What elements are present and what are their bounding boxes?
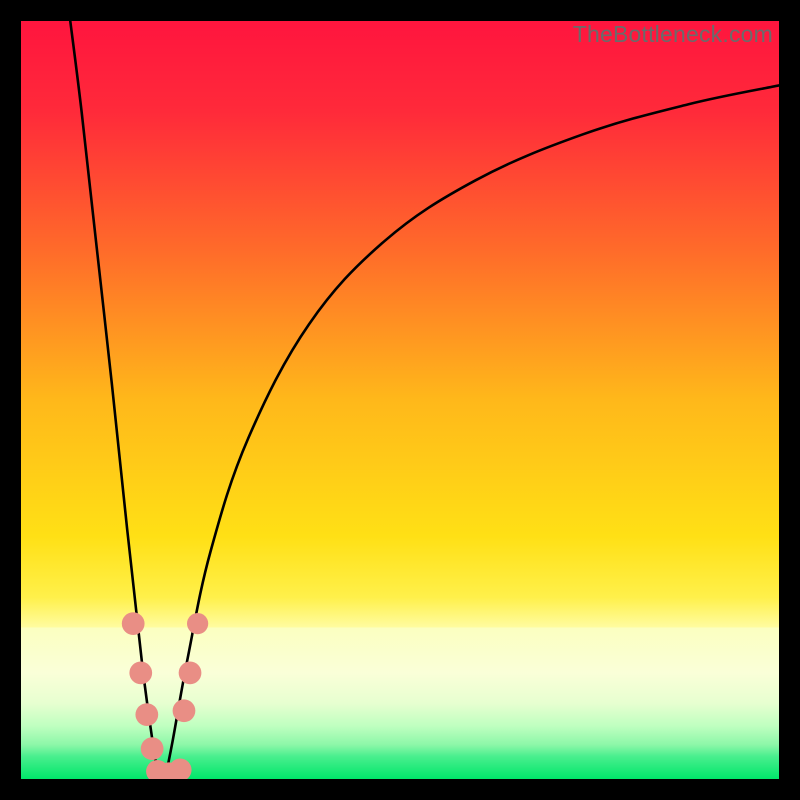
plot-area: TheBottleneck.com <box>21 21 779 779</box>
marker-0 <box>122 612 145 635</box>
marker-9 <box>187 613 208 634</box>
marker-3 <box>141 737 164 760</box>
marker-7 <box>173 699 196 722</box>
marker-1 <box>129 662 152 685</box>
chart-frame: TheBottleneck.com <box>0 0 800 800</box>
chart-svg <box>21 21 779 779</box>
marker-2 <box>135 703 158 726</box>
marker-8 <box>179 662 202 685</box>
watermark-text: TheBottleneck.com <box>573 21 773 48</box>
